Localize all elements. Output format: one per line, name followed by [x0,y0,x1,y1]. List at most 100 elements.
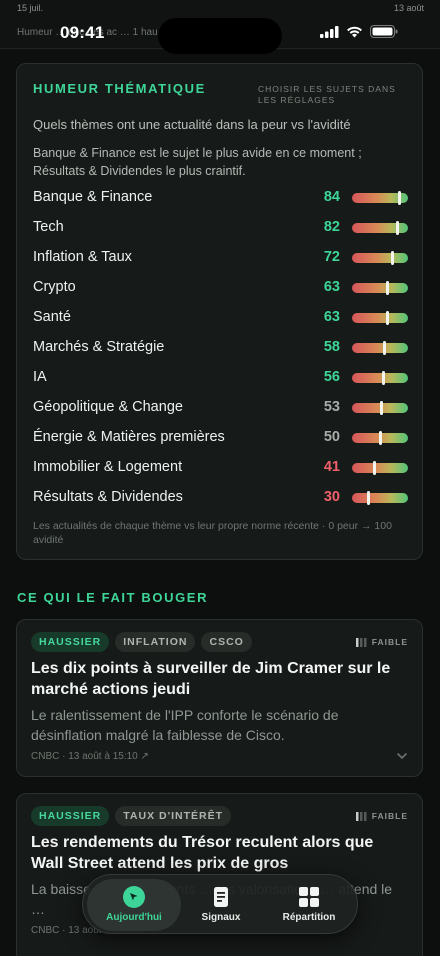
strength-bars-icon [355,811,367,821]
news-summary: Le ralentissement de l'IPP conforte le s… [31,707,339,743]
theme-name: Résultats & Dividendes [33,489,183,505]
theme-row[interactable]: Marchés & Stratégie 58 [33,338,408,368]
signal-strength: FAIBLE [355,811,408,821]
theme-row[interactable]: Crypto 63 [33,278,408,308]
gauge-marker [386,281,389,295]
theme-name: Inflation & Taux [33,249,132,265]
humeur-question: Quels thèmes ont une actualité dans la p… [33,117,351,132]
gauge-marker [367,491,370,505]
gauge-marker [396,221,399,235]
signal-strength: FAIBLE [355,637,408,647]
sentiment-gauge-bar [352,431,408,445]
news-card[interactable]: HAUSSIER INFLATION CSCO FAIBLE Les dix p… [16,619,423,777]
sentiment-gauge-bar [352,341,408,355]
theme-name: Immobilier & Logement [33,459,183,475]
humeur-thematique-card: HUMEUR THÉMATIQUE CHOISIR LES SUJETS DAN… [16,63,423,560]
status-time: 09:41 [60,23,105,42]
sentiment-gauge-bar [352,311,408,325]
theme-name: IA [33,369,47,385]
chevron-down-icon[interactable] [396,752,408,760]
theme-name: Géopolitique & Change [33,399,183,415]
theme-row[interactable]: IA 56 [33,368,408,398]
theme-score: 41 [323,459,340,475]
theme-name: Banque & Finance [33,189,153,205]
gauge-marker [383,341,386,355]
theme-row[interactable]: Inflation & Taux 72 [33,248,408,278]
settings-hint-link[interactable]: CHOISIR LES SUJETS DANS LES RÉGLAGES [258,84,404,106]
theme-row[interactable]: Santé 63 [33,308,408,338]
compass-icon [123,886,145,908]
sentiment-gauge-bar [352,401,408,415]
theme-row[interactable]: Tech 82 [33,218,408,248]
tab-label: Signaux [201,912,241,923]
theme-name: Crypto [33,279,76,295]
gauge-marker [380,401,383,415]
tag-bullish: HAUSSIER [31,632,110,652]
theme-name: Tech [33,219,64,235]
theme-score: 50 [323,429,340,445]
dynamic-island [158,18,282,54]
wifi-icon [347,26,362,37]
theme-name: Marchés & Stratégie [33,339,165,355]
humeur-summary: Banque & Finance est le sujet le plus av… [33,146,362,178]
gauge-marker [398,191,401,205]
theme-row[interactable]: Énergie & Matières premières 50 [33,428,408,458]
gauge-marker [379,431,382,445]
sentiment-gauge-bar [352,371,408,385]
tag-topic: INFLATION [115,632,196,652]
grid-icon [299,887,319,907]
document-icon [214,887,228,907]
theme-score: 56 [323,369,340,385]
tag-bullish: HAUSSIER [31,806,110,826]
gauge-marker [373,461,376,475]
sentiment-gauge-bar [352,251,408,265]
sentiment-gauge-bar [352,461,408,475]
tag-ticker: CSCO [201,632,252,652]
theme-score: 82 [323,219,340,235]
theme-score: 30 [323,489,340,505]
strength-label: FAIBLE [371,811,408,821]
sentiment-gauge-bar [352,191,408,205]
strength-label: FAIBLE [371,637,408,647]
theme-row[interactable]: Banque & Finance 84 [33,188,408,218]
theme-score: 63 [323,279,340,295]
tab-label: Répartition [282,912,336,923]
humeur-footnote: Les actualités de chaque thème vs leur p… [33,520,392,546]
tab-label: Aujourd'hui [106,912,162,923]
tab-today[interactable]: Aujourd'hui [87,879,181,931]
sentiment-gauge-bar [352,281,408,295]
status-icons [320,25,398,38]
gauge-marker [386,311,389,325]
news-headline: Les rendements du Trésor reculent alors … [31,834,374,872]
tab-bar: Aujourd'hui Signaux Répartition [82,874,358,934]
strength-bars-icon [355,637,367,647]
theme-row[interactable]: Résultats & Dividendes 30 [33,488,408,518]
theme-score: 63 [323,309,340,325]
theme-name: Santé [33,309,71,325]
theme-score: 53 [323,399,340,415]
tag-topic: TAUX D'INTÉRÊT [115,806,231,826]
humeur-title: HUMEUR THÉMATIQUE [33,81,206,96]
theme-row[interactable]: Immobilier & Logement 41 [33,458,408,488]
tab-signals[interactable]: Signaux [183,879,259,931]
gauge-marker [391,251,394,265]
tab-allocation[interactable]: Répartition [263,879,355,931]
cellular-signal-icon [320,25,339,38]
status-bar: 09:41 [0,18,440,54]
chart-date-end: 13 août [393,3,424,13]
theme-score: 58 [323,339,340,355]
news-headline: Les dix points à surveiller de Jim Crame… [31,660,391,698]
tag-row: HAUSSIER INFLATION CSCO [31,632,252,652]
battery-icon [370,25,398,38]
drivers-section-title: CE QUI LE FAIT BOUGER [17,590,209,605]
gauge-marker [382,371,385,385]
theme-name: Énergie & Matières premières [33,429,225,445]
theme-score: 72 [323,249,340,265]
sentiment-gauge-bar [352,221,408,235]
chart-date-start: 15 juil. [17,3,44,13]
tag-row: HAUSSIER TAUX D'INTÉRÊT [31,806,231,826]
theme-row[interactable]: Géopolitique & Change 53 [33,398,408,428]
news-meta-link[interactable]: CNBC · 13 août à 15:10 ↗ [31,751,149,762]
theme-score: 84 [323,189,340,205]
sentiment-gauge-bar [352,491,408,505]
